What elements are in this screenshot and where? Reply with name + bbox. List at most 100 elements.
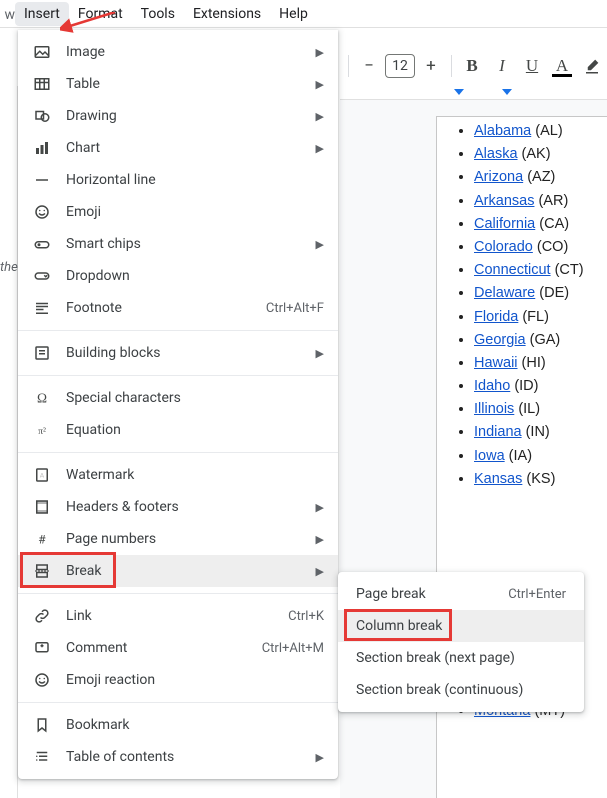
menu-item-label: Emoji reaction <box>66 672 324 688</box>
emoji-icon <box>32 202 52 222</box>
headers-icon <box>32 497 52 517</box>
state-list-item[interactable]: Alabama (AL) <box>474 120 607 143</box>
state-link[interactable]: California <box>474 216 535 232</box>
insert-menu-horizontal-line[interactable]: Horizontal line <box>18 164 338 196</box>
state-list-item[interactable]: Hawaii (HI) <box>474 352 607 375</box>
menubar-tools[interactable]: Tools <box>132 2 184 26</box>
menu-item-label: Dropdown <box>66 268 324 284</box>
menu-item-label: Special characters <box>66 390 324 406</box>
insert-menu-image[interactable]: Image▶ <box>18 36 338 68</box>
insert-menu-page-numbers[interactable]: #Page numbers▶ <box>18 523 338 555</box>
text-color-button[interactable]: A <box>548 52 576 80</box>
state-link[interactable]: Florida <box>474 309 518 325</box>
toolbar: − 12 + B I U A <box>340 46 607 86</box>
state-link[interactable]: Alaska <box>474 146 518 162</box>
chevron-right-icon: ▶ <box>316 565 324 578</box>
insert-menu-footnote[interactable]: FootnoteCtrl+Alt+F <box>18 292 338 324</box>
menu-item-label: Bookmark <box>66 717 324 733</box>
state-list-item[interactable]: Kansas (KS) <box>474 468 607 491</box>
state-link[interactable]: Arkansas <box>474 193 534 209</box>
chevron-right-icon: ▶ <box>316 533 324 546</box>
menubar-help[interactable]: Help <box>270 2 317 26</box>
insert-menu-dropdown[interactable]: Dropdown <box>18 260 338 292</box>
state-link[interactable]: Hawaii <box>474 355 518 371</box>
insert-menu-link[interactable]: LinkCtrl+K <box>18 600 338 632</box>
state-list-item[interactable]: Colorado (CO) <box>474 236 607 259</box>
insert-menu-bookmark[interactable]: Bookmark <box>18 709 338 741</box>
state-list-item[interactable]: Idaho (ID) <box>474 375 607 398</box>
state-list-item[interactable]: Illinois (IL) <box>474 398 607 421</box>
break-submenu-column-break[interactable]: Column break <box>338 610 584 642</box>
insert-menu-building-blocks[interactable]: Building blocks ▶ <box>18 337 338 369</box>
menu-item-label: Table of contents <box>66 749 308 765</box>
insert-menu-drawing[interactable]: Drawing▶ <box>18 100 338 132</box>
insert-menu-smart-chips[interactable]: Smart chips▶ <box>18 228 338 260</box>
menu-item-label: Comment <box>66 640 262 656</box>
state-link[interactable]: Idaho <box>474 378 510 394</box>
watermark-icon: A <box>32 465 52 485</box>
chevron-right-icon: ▶ <box>316 501 324 514</box>
insert-menu-special-characters[interactable]: ΩSpecial characters <box>18 382 338 414</box>
state-abbr: (DE) <box>535 285 569 301</box>
chips-icon <box>32 234 52 254</box>
state-link[interactable]: Iowa <box>474 448 505 464</box>
insert-menu-equation[interactable]: π²Equation <box>18 414 338 446</box>
state-link[interactable]: Indiana <box>474 424 522 440</box>
state-abbr: (HI) <box>518 355 546 371</box>
insert-menu-break[interactable]: Break▶ <box>18 555 338 587</box>
state-list-item[interactable]: Florida (FL) <box>474 306 607 329</box>
state-abbr: (CT) <box>551 262 584 278</box>
state-link[interactable]: Connecticut <box>474 262 551 278</box>
menubar-extensions[interactable]: Extensions <box>184 2 270 26</box>
underline-button[interactable]: U <box>518 52 546 80</box>
insert-menu-table-of-contents[interactable]: Table of contents▶ <box>18 741 338 773</box>
insert-menu-comment[interactable]: CommentCtrl+Alt+M <box>18 632 338 664</box>
state-link[interactable]: Illinois <box>474 401 514 417</box>
menu-item-label: Building blocks <box>66 345 308 361</box>
insert-menu-chart[interactable]: Chart▶ <box>18 132 338 164</box>
italic-button[interactable]: I <box>488 52 516 80</box>
state-abbr: (AZ) <box>523 169 555 185</box>
break-submenu-section-break-next-page-[interactable]: Section break (next page) <box>338 642 584 674</box>
insert-menu-headers-footers[interactable]: Headers & footers▶ <box>18 491 338 523</box>
state-list-item[interactable]: Connecticut (CT) <box>474 259 607 282</box>
state-list-item[interactable]: Arkansas (AR) <box>474 190 607 213</box>
sidebar-edge-text: the <box>0 260 18 275</box>
bold-button[interactable]: B <box>458 52 486 80</box>
submenu-shortcut: Ctrl+Enter <box>508 587 566 602</box>
chevron-right-icon: ▶ <box>316 46 324 59</box>
state-list-item[interactable]: Delaware (DE) <box>474 282 607 305</box>
insert-menu-watermark[interactable]: AWatermark <box>18 459 338 491</box>
state-link[interactable]: Kansas <box>474 471 522 487</box>
menubar-format[interactable]: Format <box>69 2 132 26</box>
state-abbr: (CO) <box>533 239 568 255</box>
state-link[interactable]: Delaware <box>474 285 535 301</box>
submenu-item-label: Column break <box>356 618 566 634</box>
font-size-decrease[interactable]: − <box>355 52 383 80</box>
font-size-increase[interactable]: + <box>417 52 445 80</box>
state-link[interactable]: Arizona <box>474 169 523 185</box>
state-list-item[interactable]: Alaska (AK) <box>474 143 607 166</box>
highlight-button[interactable] <box>578 52 606 80</box>
chevron-right-icon: ▶ <box>316 347 324 360</box>
insert-menu-table[interactable]: Table▶ <box>18 68 338 100</box>
state-link[interactable]: Alabama <box>474 123 531 139</box>
insert-menu-emoji[interactable]: Emoji <box>18 196 338 228</box>
menu-item-label: Table <box>66 76 308 92</box>
font-size-input[interactable]: 12 <box>385 54 415 78</box>
menu-item-label: Page numbers <box>66 531 308 547</box>
break-submenu-section-break-continuous-[interactable]: Section break (continuous) <box>338 674 584 706</box>
svg-text:π²: π² <box>38 426 46 437</box>
state-list-item[interactable]: Indiana (IN) <box>474 421 607 444</box>
state-link[interactable]: Colorado <box>474 239 533 255</box>
menu-shortcut: Ctrl+K <box>288 609 324 624</box>
state-link[interactable]: Georgia <box>474 332 526 348</box>
menubar-insert[interactable]: Insert <box>15 2 69 26</box>
break-submenu-page-break[interactable]: Page breakCtrl+Enter <box>338 578 584 610</box>
state-list-item[interactable]: Iowa (IA) <box>474 445 607 468</box>
state-list-item[interactable]: California (CA) <box>474 213 607 236</box>
insert-menu-emoji-reaction[interactable]: Emoji reaction <box>18 664 338 696</box>
state-list-item[interactable]: Georgia (GA) <box>474 329 607 352</box>
blocks-icon <box>32 343 52 363</box>
state-list-item[interactable]: Arizona (AZ) <box>474 166 607 189</box>
